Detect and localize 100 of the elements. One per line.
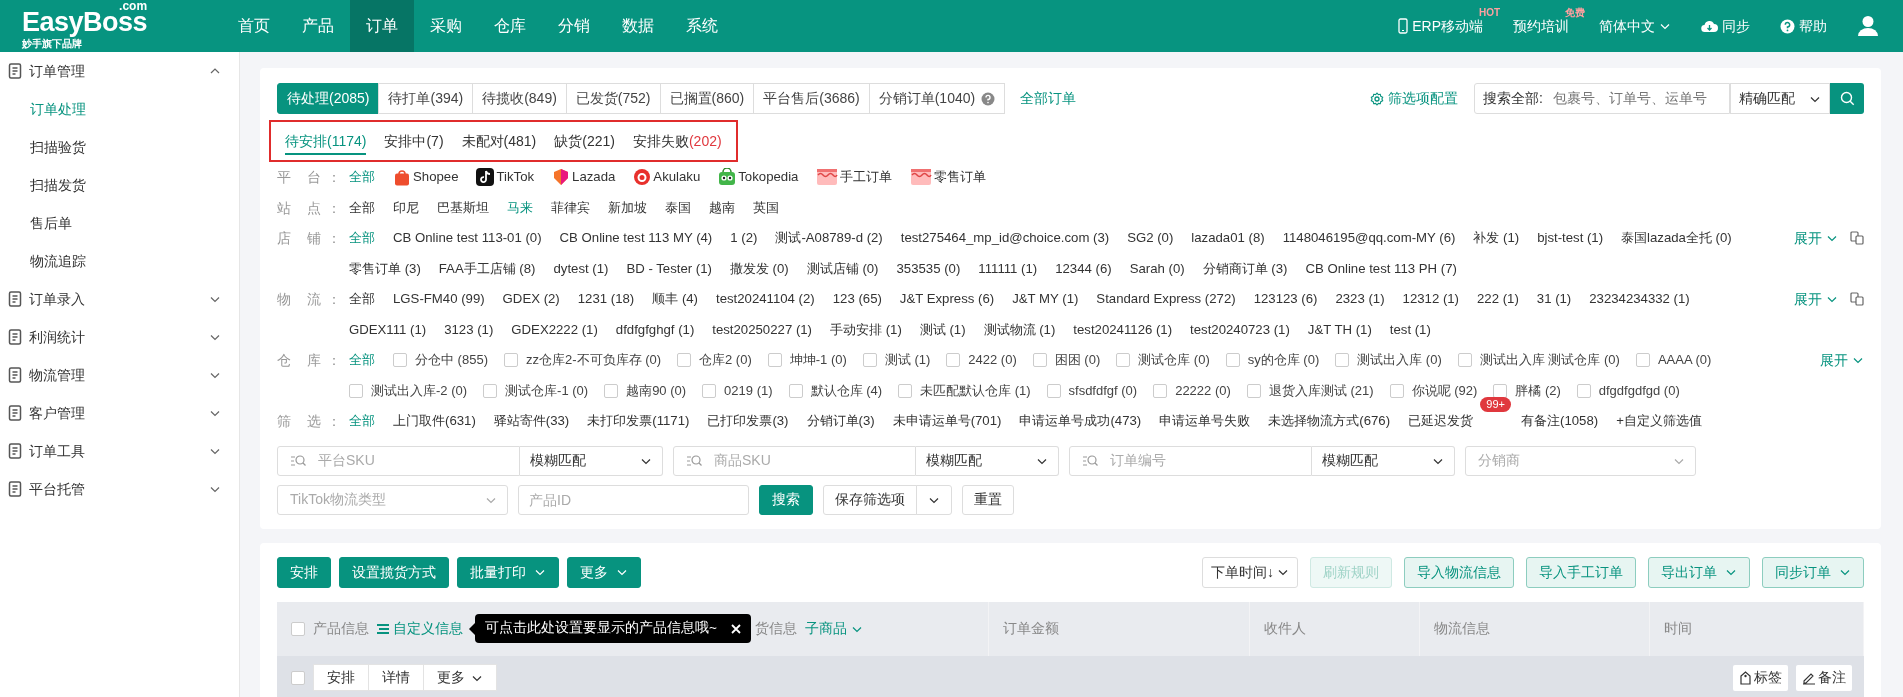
status-tab[interactable]: 分销订单(1040) xyxy=(868,83,1006,114)
menu-group[interactable]: 平台托管 xyxy=(0,470,239,508)
filter-option[interactable]: 12312 (1) xyxy=(1402,284,1459,315)
filter-option[interactable]: TikTok xyxy=(476,162,535,193)
filter-option[interactable]: 未打印发票(1171) xyxy=(587,406,690,437)
filter-option[interactable]: BD - Tester (1) xyxy=(626,253,712,284)
filter-option[interactable]: 分销商订单 (3) xyxy=(1202,253,1288,284)
filter-config-link[interactable]: 筛选项配置 xyxy=(1370,88,1459,109)
checkbox[interactable] xyxy=(1457,353,1472,368)
dropdown-toggle-button[interactable] xyxy=(916,484,952,515)
menu-group[interactable]: 订单管理 xyxy=(0,52,239,90)
checkbox-label[interactable]: 坤坤-1 (0) xyxy=(789,345,847,376)
checkbox[interactable] xyxy=(1046,383,1061,398)
filter-option[interactable]: 未申请运单号(701) xyxy=(892,406,1002,437)
checkbox[interactable] xyxy=(946,353,961,368)
status-tab[interactable]: 待处理(2085) xyxy=(277,83,380,114)
checkbox[interactable] xyxy=(1032,353,1047,368)
filter-option[interactable]: J&T TH (1) xyxy=(1307,314,1372,345)
checkbox-label[interactable]: 困困 (0) xyxy=(1054,345,1101,376)
filter-option[interactable]: test20240723 (1) xyxy=(1190,314,1290,345)
checkbox[interactable] xyxy=(1246,383,1261,398)
search-button[interactable] xyxy=(1830,83,1864,114)
filter-option[interactable]: bjst-test (1) xyxy=(1537,223,1604,254)
checkbox-label[interactable]: 2422 (0) xyxy=(968,345,1017,376)
checkbox[interactable] xyxy=(349,383,363,398)
toolbar-button[interactable]: 批量打印 xyxy=(457,556,559,588)
checkbox-label[interactable]: 胖橘 (2) xyxy=(1515,375,1561,406)
sub-tab[interactable]: 未配对(481) xyxy=(461,127,537,155)
filter-option[interactable]: Lazada xyxy=(552,162,616,193)
toolbar-button[interactable]: 导入物流信息 xyxy=(1404,556,1514,588)
header-link[interactable]: 同步 xyxy=(1701,15,1750,37)
checkbox[interactable] xyxy=(1576,383,1591,398)
nav-tab[interactable]: 订单 xyxy=(350,0,414,52)
sub-tab[interactable]: 待安排(1174) xyxy=(285,127,367,155)
filter-option[interactable]: 有备注(1058) xyxy=(1521,406,1599,437)
filter-option[interactable]: 123 (65) xyxy=(832,284,882,315)
filter-option[interactable]: test (1) xyxy=(1389,314,1431,345)
expand-link[interactable]: 展开 xyxy=(1820,344,1864,376)
filter-option[interactable]: 全部 xyxy=(349,345,375,376)
checkbox[interactable] xyxy=(677,353,692,368)
menu-item[interactable]: 售后单 xyxy=(0,204,239,242)
checkbox[interactable] xyxy=(767,353,782,368)
tag-button[interactable]: 标签 xyxy=(1733,664,1788,691)
status-tab[interactable]: 待揽收(849) xyxy=(472,83,567,114)
filter-option[interactable]: 泰国 xyxy=(665,192,691,223)
row-action-button[interactable]: 详情 xyxy=(368,664,424,691)
checkbox[interactable] xyxy=(291,670,305,685)
menu-item[interactable]: 物流追踪 xyxy=(0,242,239,280)
checkbox[interactable] xyxy=(393,353,407,368)
filter-option[interactable]: 顺丰 (4) xyxy=(652,284,698,315)
menu-group[interactable]: 订单工具 xyxy=(0,432,239,470)
checkbox[interactable] xyxy=(1335,353,1350,368)
match-select[interactable]: 模糊匹配 xyxy=(916,445,1059,476)
checkbox-label[interactable]: AAAA (0) xyxy=(1657,345,1712,376)
text-input[interactable]: 订单编号 xyxy=(1108,449,1311,472)
filter-option[interactable]: test275464_mp_id@choice.com (3) xyxy=(900,223,1110,254)
sort-select[interactable]: 下单时间↓ xyxy=(1202,556,1298,588)
nav-tab[interactable]: 首页 xyxy=(222,0,286,52)
status-tab[interactable]: 已搁置(860) xyxy=(659,83,755,114)
match-select[interactable]: 精确匹配 xyxy=(1730,83,1830,114)
filter-option[interactable]: 1231 (18) xyxy=(577,284,635,315)
filter-option[interactable]: test20250227 (1) xyxy=(712,314,812,345)
filter-option[interactable]: 12344 (6) xyxy=(1055,253,1112,284)
checkbox-label[interactable]: 分仓中 (855) xyxy=(415,345,488,376)
nav-tab[interactable]: 仓库 xyxy=(478,0,542,52)
checkbox-label[interactable]: zz仓库2-不可负库存 (0) xyxy=(525,345,662,376)
checkbox[interactable] xyxy=(1225,353,1240,368)
filter-option[interactable]: 23234234332 (1) xyxy=(1589,284,1690,315)
filter-option[interactable]: 申请运单号失败 xyxy=(1159,406,1251,437)
filter-option[interactable]: 全部 xyxy=(349,406,375,437)
menu-item[interactable]: 扫描发货 xyxy=(0,166,239,204)
checkbox-label[interactable]: 未匹配默认仓库 (1) xyxy=(920,375,1031,406)
checkbox-label[interactable]: 测试出入库 (0) xyxy=(1357,345,1442,376)
status-tab[interactable]: 待打单(394) xyxy=(378,83,474,114)
checkbox[interactable] xyxy=(1635,353,1650,368)
checkbox[interactable] xyxy=(291,621,305,636)
checkbox[interactable] xyxy=(1153,383,1168,398)
all-orders-link[interactable]: 全部订单 xyxy=(1020,88,1077,109)
filter-option[interactable]: Akulaku xyxy=(633,162,701,193)
toolbar-button[interactable]: 更多 xyxy=(567,556,641,588)
filter-option[interactable]: 新加坡 xyxy=(608,192,647,223)
filter-option[interactable]: 驿站寄件(33) xyxy=(493,406,570,437)
filter-option[interactable]: 全部 xyxy=(349,223,375,254)
header-link[interactable]: 帮助 xyxy=(1780,15,1827,37)
checkbox-label[interactable]: 仓库2 (0) xyxy=(699,345,752,376)
filter-option[interactable]: 菲律宾 xyxy=(551,192,590,223)
checkbox-label[interactable]: 0219 (1) xyxy=(724,375,773,406)
menu-item[interactable]: 扫描验货 xyxy=(0,128,239,166)
nav-tab[interactable]: 系统 xyxy=(670,0,734,52)
filter-option[interactable]: SG2 (0) xyxy=(1127,223,1174,254)
input-field[interactable]: 平台SKU xyxy=(277,445,520,476)
filter-option[interactable]: lazada01 (8) xyxy=(1191,223,1265,254)
sub-tab[interactable]: 安排中(7) xyxy=(384,127,444,155)
filter-option[interactable]: 零售订单 (3) xyxy=(349,253,421,284)
row-action-button[interactable]: 更多 xyxy=(423,664,497,691)
reset-button[interactable]: 重置 xyxy=(962,484,1014,515)
checkbox-label[interactable]: 越南90 (0) xyxy=(626,375,687,406)
checkbox-label[interactable]: sy的仓库 (0) xyxy=(1247,345,1320,376)
checkbox-label[interactable]: 默认仓库 (4) xyxy=(810,375,882,406)
filter-option[interactable]: 已延迟发货 xyxy=(1408,406,1474,437)
